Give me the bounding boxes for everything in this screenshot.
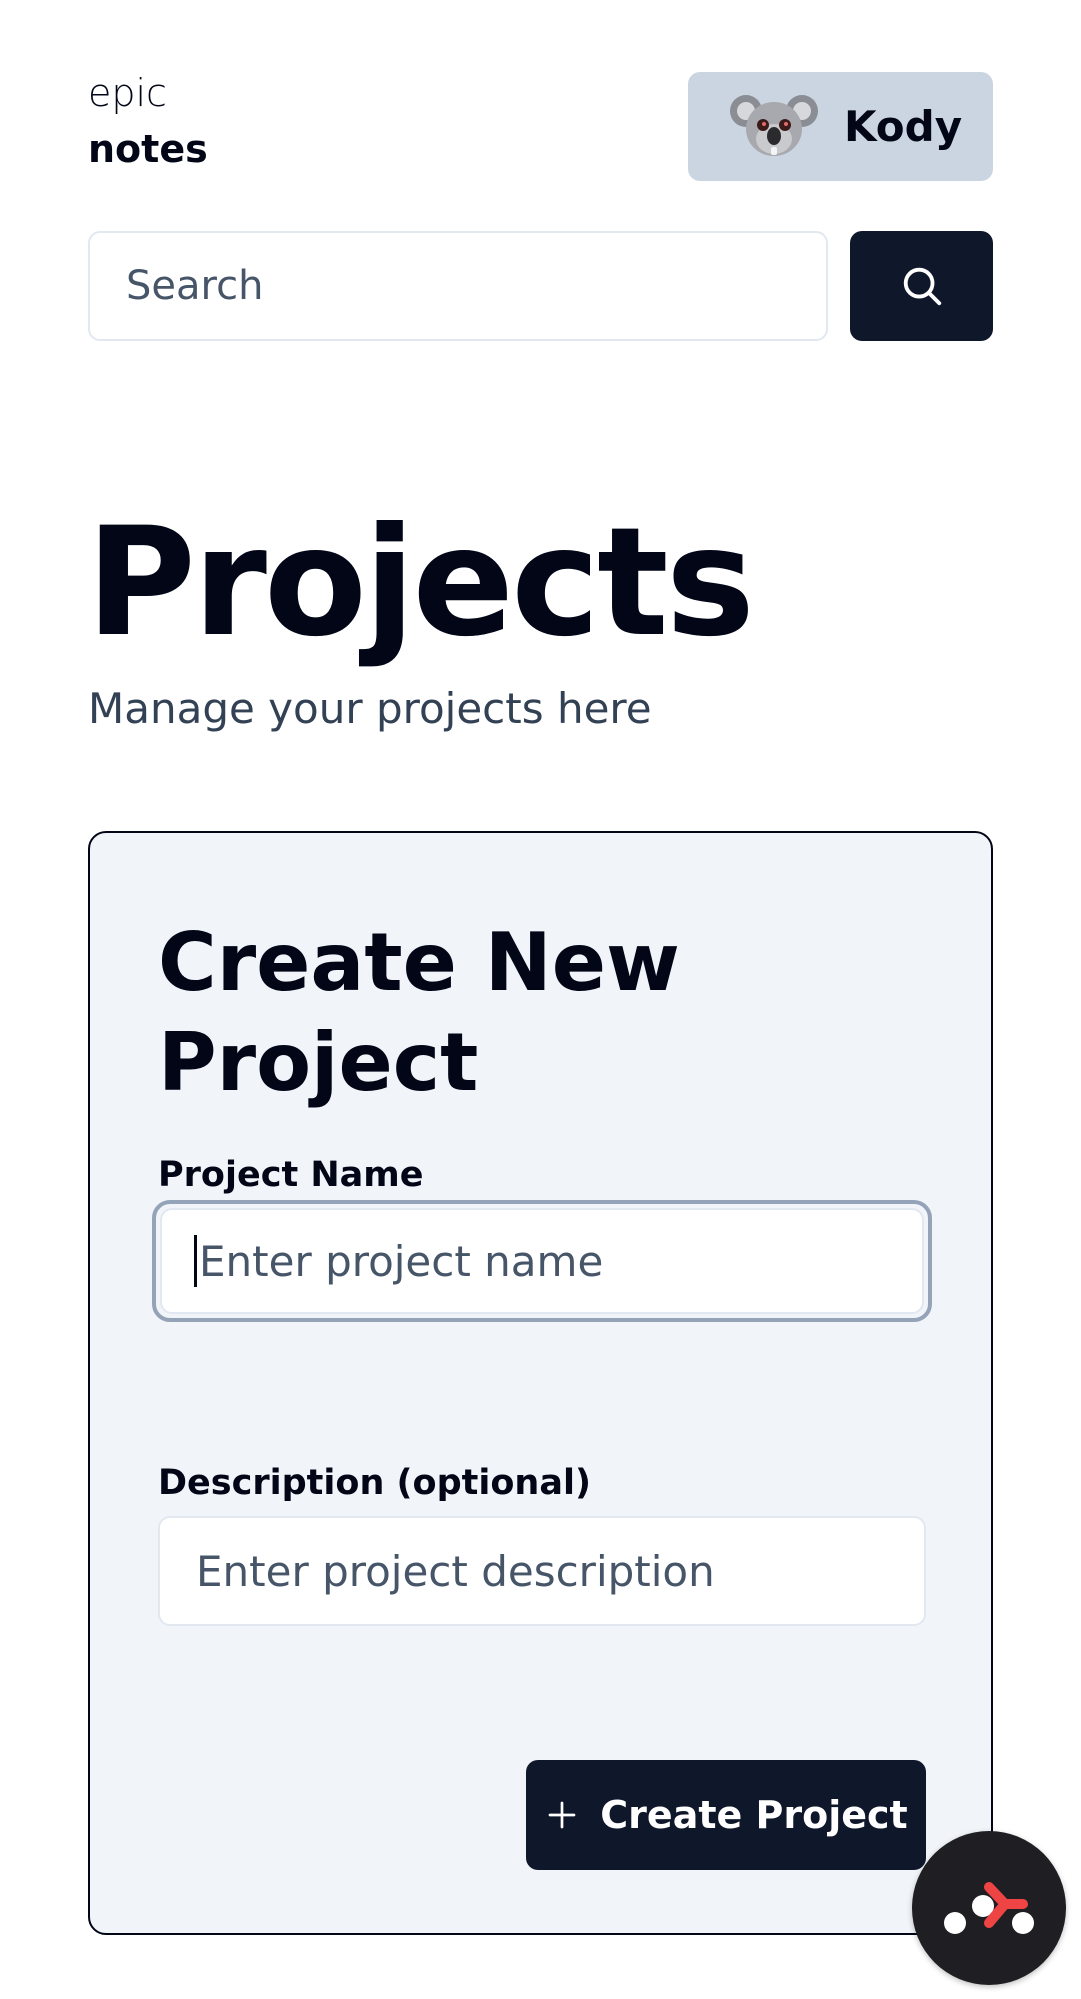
- project-name-input[interactable]: [196, 1235, 922, 1287]
- koala-avatar-icon: [730, 83, 818, 171]
- logo[interactable]: epic notes: [88, 74, 208, 168]
- search-field[interactable]: [88, 231, 828, 341]
- search-icon: [903, 267, 941, 306]
- create-project-card: Create New Project Project Name Descript…: [88, 831, 993, 1935]
- project-name-label: Project Name: [158, 1155, 424, 1195]
- logo-bold-text: notes: [88, 127, 208, 171]
- project-name-focus-ring: [152, 1200, 932, 1322]
- description-label: Description (optional): [158, 1463, 591, 1503]
- page: epic notes Kody Search Projects Manage y…: [0, 0, 1081, 1999]
- search-button[interactable]: [850, 231, 993, 341]
- page-title: Projects: [86, 496, 755, 670]
- user-menu-button[interactable]: Kody: [688, 72, 993, 181]
- create-project-label: Create Project: [600, 1793, 908, 1837]
- logo-light-text: epic: [88, 71, 167, 115]
- project-name-field[interactable]: [160, 1208, 924, 1314]
- create-project-button[interactable]: Create Project: [526, 1760, 926, 1870]
- floating-dev-tools-button[interactable]: [912, 1831, 1066, 1985]
- plus-icon: [548, 1801, 576, 1829]
- user-name: Kody: [844, 102, 963, 151]
- card-title: Create New Project: [158, 916, 680, 1109]
- page-subtitle: Manage your projects here: [88, 684, 652, 733]
- search-input[interactable]: [124, 262, 826, 310]
- connections-icon: [944, 1882, 1034, 1934]
- description-field[interactable]: [158, 1516, 926, 1626]
- description-input[interactable]: [194, 1545, 924, 1597]
